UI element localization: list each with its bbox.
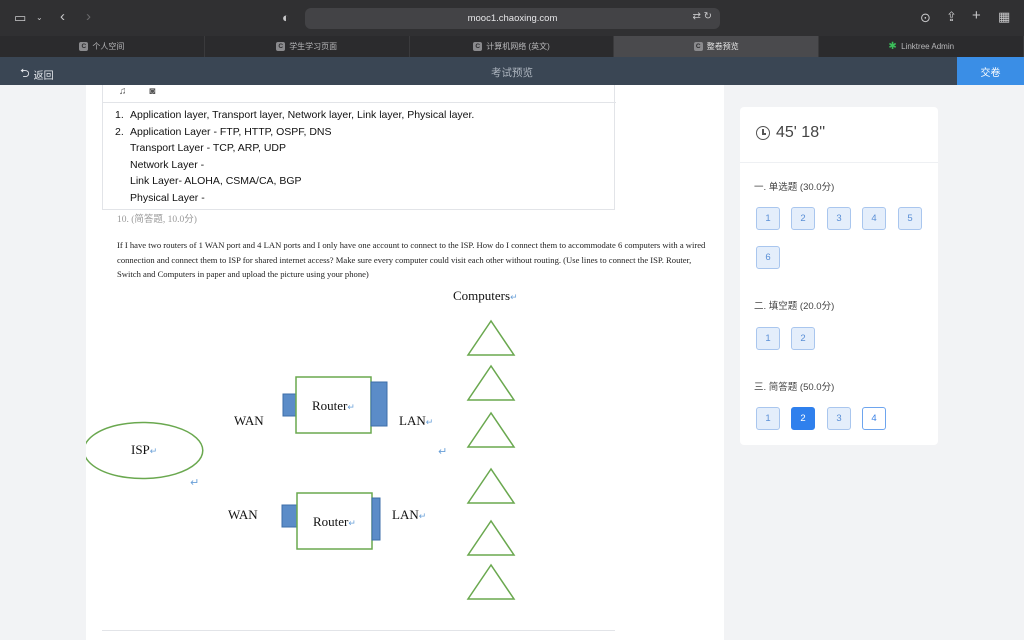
question-button[interactable]: 1 [756, 207, 780, 230]
chaoxing-favicon-icon: C [693, 42, 703, 51]
question-button[interactable]: 3 [827, 407, 851, 430]
chaoxing-favicon-icon: C [276, 42, 286, 51]
computer-triangle [466, 364, 516, 401]
question-button[interactable]: 3 [827, 207, 851, 230]
chaoxing-favicon-icon: C [79, 42, 89, 51]
section-title-fill-blank: 二. 填空题 (20.0分) [754, 301, 835, 312]
divider [740, 162, 938, 163]
submit-exam-button[interactable]: 交卷 [957, 57, 1024, 85]
answer-text[interactable]: 1. Application layer, Transport layer, Ne… [115, 107, 474, 206]
question-button[interactable]: 1 [756, 407, 780, 430]
question-text: If I have two routers of 1 WAN port and … [117, 240, 706, 279]
new-tab-icon[interactable]: + [972, 8, 981, 24]
tab-bar: C 个人空间 C 学生学习页面 C 计算机网络 (英文) C 整卷预览 ✱ Linktre… [0, 36, 1024, 57]
wan-port [281, 504, 298, 528]
clock-icon [756, 126, 770, 140]
share-icon[interactable]: ⇪ [946, 9, 957, 25]
section-title-short-answer: 三. 简答题 (50.0分) [754, 382, 835, 393]
tab-student-study[interactable]: C 学生学习页面 [204, 36, 410, 57]
browser-toolbar: ▭ ⌄ ‹ › ◐ mooc1.chaoxing.com ⇄ ↻ ⊙ ⇪ + ▦ [0, 0, 1024, 36]
toolbar-divider [103, 102, 616, 103]
lan-port [371, 497, 381, 541]
wan-port [282, 393, 298, 417]
computer-triangle [466, 519, 516, 556]
tab-exam-preview[interactable]: C 整卷预览 [614, 36, 820, 57]
computer-triangle [466, 467, 516, 504]
forward-icon[interactable]: › [86, 9, 91, 25]
lan-label: LAN↵ [399, 413, 433, 428]
lan-label: LAN↵ [392, 507, 426, 522]
exam-header: ⮌ 返回 考试预览 交卷 [0, 57, 1024, 85]
page-title: 考试预览 [491, 67, 533, 79]
url-text: mooc1.chaoxing.com [467, 13, 558, 24]
answer-line: Physical Layer - [130, 191, 205, 204]
sidebar-icon[interactable]: ▭ [14, 10, 26, 26]
tab-personal-space[interactable]: C 个人空间 [0, 36, 205, 57]
section-title-single-choice: 一. 单选题 (30.0分) [754, 182, 835, 193]
shield-icon[interactable]: ◐ [282, 10, 290, 26]
question-button[interactable]: 4 [862, 207, 886, 230]
return-mark: ↵ [438, 446, 447, 458]
lan-port [370, 381, 388, 427]
question-button-unanswered[interactable]: 4 [862, 407, 886, 430]
question-button-current[interactable]: 2 [791, 407, 815, 430]
question-button[interactable]: 2 [791, 327, 815, 350]
tab-label: Linktree Admin [901, 42, 955, 51]
answer-line: 2. Application Layer - FTP, HTTP, OSPF, D… [115, 125, 332, 138]
exam-timer: 45' 18'' [756, 124, 825, 142]
translate-icon[interactable]: ⇄ ↻ [692, 11, 712, 22]
question-button[interactable]: 6 [756, 246, 780, 269]
isp-label: ISP↵ [131, 442, 157, 457]
question-navigator: 45' 18'' 一. 单选题 (30.0分) 1 2 3 4 5 6 二. 填… [740, 107, 938, 445]
tab-label: 计算机网络 (英文) [486, 42, 550, 51]
computer-triangle [466, 411, 516, 448]
editor-toolbar[interactable] [102, 630, 615, 640]
chaoxing-favicon-icon: C [473, 42, 483, 51]
address-bar[interactable]: mooc1.chaoxing.com ⇄ ↻ [305, 8, 720, 29]
answer-line: 1. Application layer, Transport layer, Ne… [115, 109, 475, 121]
computers-label: Computers↵ [453, 288, 518, 303]
computer-triangle [466, 563, 516, 600]
chevron-down-icon[interactable]: ⌄ [36, 10, 43, 26]
tab-computer-network[interactable]: C 计算机网络 (英文) [409, 36, 615, 57]
wan-label: WAN [234, 413, 264, 428]
linktree-favicon-icon: ✱ [888, 41, 897, 52]
back-icon[interactable]: ‹ [60, 9, 65, 25]
network-diagram: Computers↵ ISP↵ ↵ WAN Router↵ LAN↵ ↵ WAN… [86, 288, 518, 600]
editor-toolbar[interactable]: ♫ ◙ [119, 86, 165, 97]
question-button[interactable]: 5 [898, 207, 922, 230]
answer-line: Transport Layer - TCP, ARP, UDP [130, 142, 287, 154]
question-button[interactable]: 1 [756, 327, 780, 350]
tab-linktree-admin[interactable]: ✱ Linktree Admin [819, 36, 1024, 57]
return-mark: ↵ [190, 477, 199, 489]
tab-overview-icon[interactable]: ▦ [998, 9, 1010, 25]
exam-paper: ♫ ◙ 1. Application layer, Transport layer… [86, 85, 724, 640]
tab-label: 整卷预览 [706, 42, 739, 51]
computer-triangle [466, 319, 516, 356]
tab-label: 学生学习页面 [289, 42, 338, 51]
tab-label: 个人空间 [92, 42, 125, 51]
answer-editor[interactable]: ♫ ◙ 1. Application layer, Transport layer… [102, 85, 616, 210]
timer-value: 45' 18'' [776, 124, 826, 141]
download-icon[interactable]: ⊙ [920, 10, 931, 26]
answer-line: Link Layer- ALOHA, CSMA/CA, BGP [130, 175, 302, 187]
question-button[interactable]: 2 [791, 207, 815, 230]
question-label: 10. (简答题, 10.0分) [117, 215, 197, 225]
answer-line: Network Layer - [130, 158, 205, 171]
wan-label: WAN [228, 507, 258, 522]
